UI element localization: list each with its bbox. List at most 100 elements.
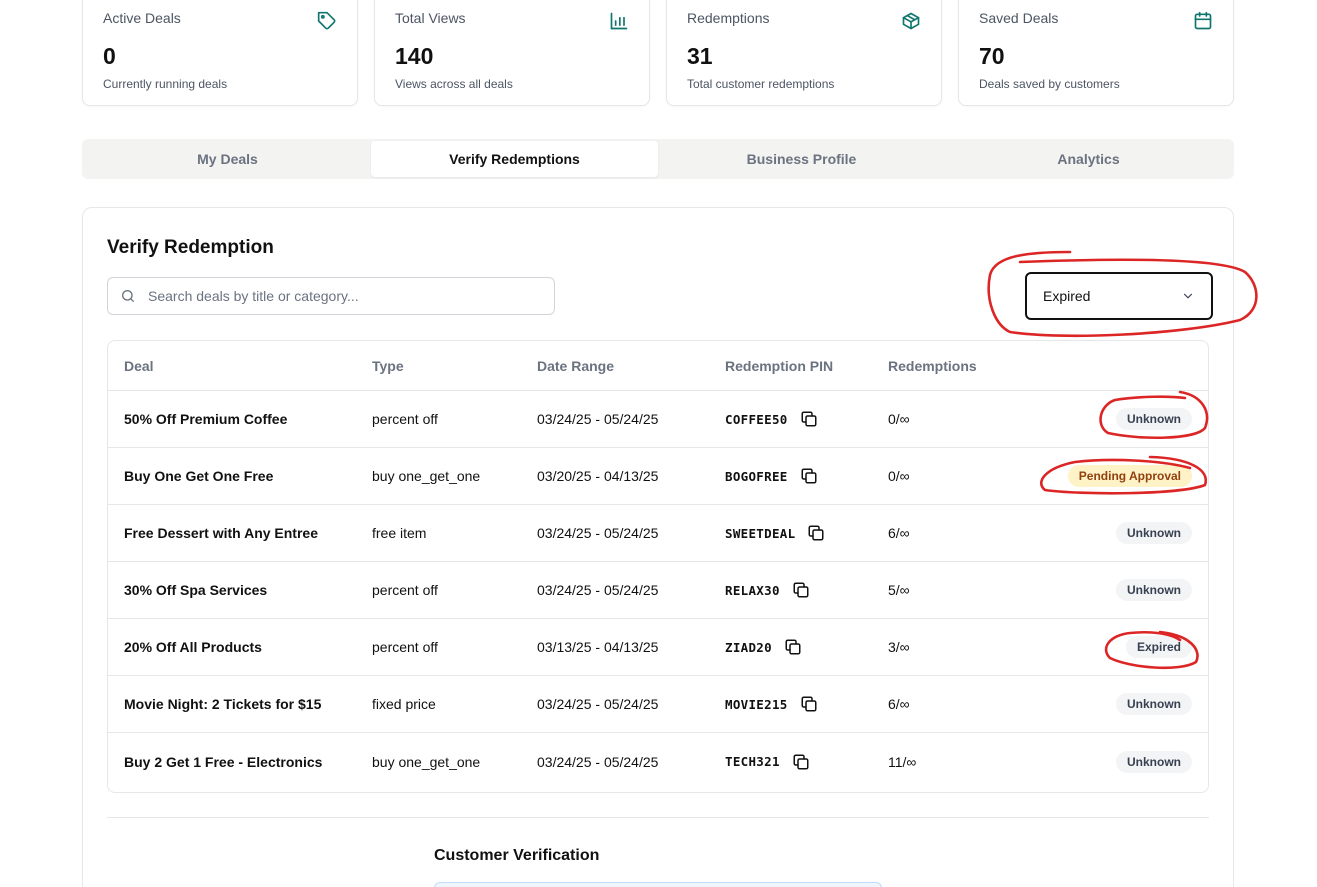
tab-my-deals[interactable]: My Deals: [84, 141, 371, 177]
redemption-pin-cell: BOGOFREE: [725, 467, 888, 485]
deal-date-range: 03/24/25 - 05/24/25: [537, 582, 659, 598]
redemption-pin: COFFEE50: [725, 411, 788, 427]
stat-value: 140: [395, 43, 434, 69]
deal-title: 50% Off Premium Coffee: [124, 411, 288, 427]
redemption-pin-cell: RELAX30: [725, 581, 888, 599]
search-icon: [122, 290, 134, 302]
chevron-down-icon: [1183, 293, 1193, 299]
dashboard-tabs: My Deals Verify Redemptions Business Pro…: [82, 139, 1234, 179]
status-badge: Unknown: [1116, 750, 1192, 773]
status-cell: Expired: [1028, 636, 1208, 658]
panel-title: Verify Redemption: [107, 237, 274, 258]
header-redemptions: Redemptions: [888, 357, 977, 374]
redemption-count: 5/∞: [888, 582, 910, 598]
redemption-pin: BOGOFREE: [725, 468, 788, 484]
deal-type: fixed price: [372, 696, 436, 712]
table-row: Movie Night: 2 Tickets for $15 fixed pric…: [108, 676, 1208, 733]
redemption-pin-cell: ZIAD20: [725, 638, 888, 656]
tag-icon: [317, 11, 336, 30]
stat-card-total-views: Total Views 140 Views across all deals: [374, 0, 650, 106]
tab-analytics[interactable]: Analytics: [945, 141, 1232, 177]
stat-card-redemptions: Redemptions 31 Total customer redemption…: [666, 0, 942, 106]
redemption-pin-cell: MOVIE215: [725, 695, 888, 713]
deal-date-range: 03/24/25 - 05/24/25: [537, 525, 659, 541]
deal-type: percent off: [372, 582, 438, 598]
deal-type: buy one_get_one: [372, 468, 481, 484]
deal-title: Movie Night: 2 Tickets for $15: [124, 696, 322, 712]
deal-type: free item: [372, 525, 427, 541]
deal-date-range: 03/24/25 - 05/24/25: [537, 411, 659, 427]
table-row: 20% Off All Products percent off 03/13/25 …: [108, 619, 1208, 676]
table-row: Buy 2 Get 1 Free - Electronics buy one_ge…: [108, 733, 1208, 790]
copy-icon[interactable]: [807, 524, 825, 542]
redemption-pin-cell: COFFEE50: [725, 410, 888, 428]
stat-subtitle: Currently running deals: [103, 77, 228, 91]
table-row: Free Dessert with Any Entree free item 03/…: [108, 505, 1208, 562]
redemption-pin-cell: SWEETDEAL: [725, 524, 888, 542]
copy-icon[interactable]: [792, 753, 810, 771]
redemption-count: 6/∞: [888, 696, 910, 712]
header-redemption-pin: Redemption PIN: [725, 357, 834, 374]
tab-business-profile[interactable]: Business Profile: [658, 141, 945, 177]
deal-date-range: 03/20/25 - 04/13/25: [537, 468, 659, 484]
status-cell: Unknown: [1028, 750, 1208, 773]
copy-icon[interactable]: [800, 695, 818, 713]
header-type: Type: [372, 357, 404, 374]
deal-title: 30% Off Spa Services: [124, 582, 268, 598]
deal-title: Free Dessert with Any Entree: [124, 525, 318, 541]
stat-value: 70: [979, 43, 1005, 69]
stat-title: Active Deals: [103, 10, 181, 26]
search-input[interactable]: [148, 288, 528, 304]
redemption-count: 6/∞: [888, 525, 910, 541]
status-badge: Expired: [1125, 636, 1192, 658]
redemption-pin: MOVIE215: [725, 696, 788, 712]
calendar-icon: [1194, 11, 1212, 30]
tab-verify-redemptions[interactable]: Verify Redemptions: [371, 141, 658, 177]
verify-redemption-panel: Verify Redemption Expired Deal Type Date…: [82, 207, 1234, 887]
deal-date-range: 03/24/25 - 05/24/25: [537, 696, 659, 712]
stat-card-active-deals: Active Deals 0 Currently running deals: [82, 0, 358, 106]
stat-subtitle: Total customer redemptions: [687, 77, 835, 91]
redemption-count: 11/∞: [888, 753, 917, 770]
copy-icon[interactable]: [792, 581, 810, 599]
status-filter-value: Expired: [1043, 288, 1091, 304]
deal-title: 20% Off All Products: [124, 639, 262, 655]
status-badge: Pending Approval: [1067, 465, 1192, 487]
search-box: [107, 277, 555, 315]
table-row: 30% Off Spa Services percent off 03/24/25 …: [108, 562, 1208, 619]
status-badge: Unknown: [1116, 522, 1192, 544]
redemption-count: 0/∞: [888, 468, 910, 484]
redemption-pin: ZIAD20: [725, 639, 772, 655]
status-filter-select[interactable]: Expired: [1025, 272, 1213, 320]
redemption-pin: RELAX30: [725, 582, 780, 598]
status-cell: Unknown: [1028, 693, 1208, 715]
deal-type: percent off: [372, 639, 438, 655]
deal-title: Buy One Get One Free: [124, 468, 274, 484]
deal-type: buy one_get_one: [372, 753, 481, 770]
stat-card-saved-deals: Saved Deals 70 Deals saved by customers: [958, 0, 1234, 106]
redemption-count: 0/∞: [888, 411, 910, 427]
redemption-pin: SWEETDEAL: [725, 525, 796, 541]
table-body: 50% Off Premium Coffee percent off 03/24/2…: [108, 391, 1208, 790]
copy-icon[interactable]: [784, 638, 802, 656]
deal-date-range: 03/13/25 - 04/13/25: [537, 639, 659, 655]
deal-title: Buy 2 Get 1 Free - Electronics: [124, 753, 323, 770]
status-badge: Unknown: [1116, 693, 1192, 715]
customer-verification-box: [434, 882, 882, 887]
redemption-count: 3/∞: [888, 639, 910, 655]
status-cell: Pending Approval: [1028, 465, 1208, 487]
stat-value: 0: [103, 43, 116, 69]
customer-verification-title: Customer Verification: [434, 847, 600, 864]
deals-table: Deal Type Date Range Redemption PIN Rede…: [107, 340, 1209, 793]
status-cell: Unknown: [1028, 522, 1208, 544]
copy-icon[interactable]: [800, 467, 818, 485]
stat-title: Total Views: [395, 10, 466, 26]
copy-icon[interactable]: [800, 410, 818, 428]
bar-chart-icon: [610, 12, 628, 30]
redemption-pin: TECH321: [725, 754, 780, 769]
header-date-range: Date Range: [537, 357, 615, 374]
stat-value: 31: [687, 43, 713, 69]
section-divider: [107, 817, 1209, 818]
status-cell: Unknown: [1028, 408, 1208, 430]
package-icon: [902, 12, 920, 30]
